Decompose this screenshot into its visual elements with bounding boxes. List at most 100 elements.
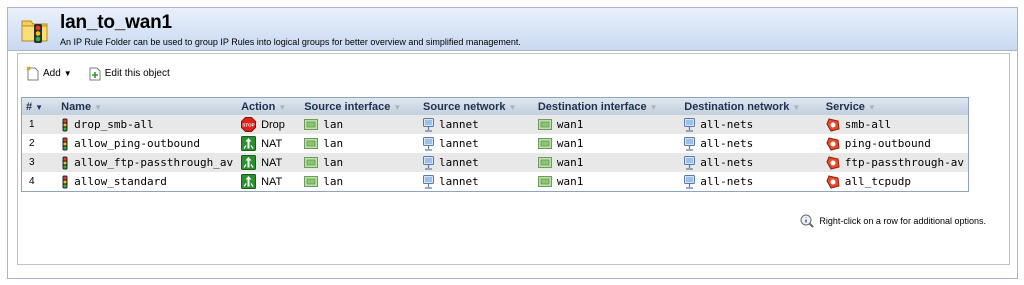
service-icon	[826, 155, 840, 170]
traffic-light-icon	[62, 137, 68, 150]
destination-interface: wan1	[556, 175, 584, 188]
source-interface: lan	[323, 118, 344, 131]
rule-name-cell: allow_standard	[57, 172, 237, 191]
service-icon	[826, 136, 840, 151]
network-icon	[423, 117, 435, 132]
column-header-number[interactable]: # ▼	[22, 98, 57, 115]
sort-icon: ▼	[508, 102, 517, 112]
source-network-cell: lannet	[419, 172, 534, 191]
add-button[interactable]: Add ▼	[26, 65, 72, 81]
destination-network: all-nets	[700, 156, 754, 169]
sort-icon: ▼	[649, 102, 658, 112]
column-header-action[interactable]: Action ▼	[237, 98, 300, 115]
table-header-row: # ▼ Name ▼ Action ▼ Source interface ▼ Sourc…	[22, 98, 968, 115]
nat-icon	[241, 136, 257, 151]
add-label: Add	[43, 67, 61, 79]
service-cell: ftp-passthrough-av	[822, 153, 968, 172]
network-icon	[684, 174, 696, 189]
column-header-destination-interface[interactable]: Destination interface ▼	[534, 98, 680, 115]
destination-interface-cell: wan1	[534, 134, 680, 153]
interface-icon	[537, 157, 552, 168]
nat-icon	[241, 174, 257, 189]
folder-traffic-light-icon	[21, 20, 48, 43]
edit-object-button[interactable]: Edit this object	[88, 66, 170, 81]
source-interface-cell: lan	[300, 153, 419, 172]
page-header: lan_to_wan1 An IP Rule Folder can be use…	[8, 8, 1017, 51]
rule-number: 2	[29, 138, 35, 149]
service: ping-outbound	[844, 137, 931, 150]
content-panel: Add ▼ Edit this object # ▼ Name ▼ Action ▼ …	[17, 53, 1010, 265]
action-label: NAT	[261, 137, 283, 150]
chevron-down-icon[interactable]: ▼	[64, 69, 72, 78]
source-interface: lan	[323, 156, 344, 169]
column-header-service[interactable]: Service ▼	[822, 98, 968, 115]
destination-network-cell: all-nets	[680, 172, 822, 191]
rule-name: drop_smb-all	[74, 118, 154, 131]
interface-icon	[537, 176, 552, 187]
table-row[interactable]: 2 allow_ping-outbound NAT lan lannet wan…	[22, 134, 968, 153]
service: ftp-passthrough-av	[844, 156, 964, 169]
service: all_tcpudp	[844, 175, 912, 188]
ip-rules-table: # ▼ Name ▼ Action ▼ Source interface ▼ Sourc…	[21, 97, 969, 192]
interface-icon	[537, 119, 552, 130]
traffic-light-icon	[62, 118, 68, 131]
traffic-light-icon	[62, 156, 68, 169]
service-icon	[826, 117, 840, 132]
destination-interface: wan1	[556, 137, 584, 150]
interface-icon	[304, 119, 319, 130]
table-row[interactable]: 4 allow_standard NAT lan lannet wan1 all…	[22, 172, 968, 191]
action-cell: STOP Drop	[237, 115, 300, 134]
destination-network-cell: all-nets	[680, 153, 822, 172]
source-interface: lan	[323, 175, 344, 188]
destination-interface: wan1	[556, 118, 584, 131]
interface-icon	[304, 138, 319, 149]
svg-text:STOP: STOP	[242, 123, 254, 128]
source-network-cell: lannet	[419, 115, 534, 134]
page-title: lan_to_wan1	[60, 12, 172, 33]
destination-interface: wan1	[556, 156, 584, 169]
network-icon	[423, 155, 435, 170]
context-menu-hint: Right-click on a row for additional opti…	[800, 214, 986, 228]
interface-icon	[537, 138, 552, 149]
rule-number: 1	[29, 119, 35, 130]
add-icon	[26, 65, 39, 80]
column-header-source-interface[interactable]: Source interface ▼	[300, 98, 419, 115]
destination-network: all-nets	[700, 175, 754, 188]
edit-object-icon	[89, 67, 101, 80]
rule-name: allow_standard	[74, 175, 167, 188]
sort-icon: ▼	[393, 102, 402, 112]
source-network: lannet	[439, 175, 479, 188]
traffic-light-icon	[62, 175, 68, 188]
destination-interface-cell: wan1	[534, 172, 680, 191]
interface-icon	[304, 157, 319, 168]
source-network: lannet	[439, 118, 479, 131]
rule-number: 3	[29, 157, 35, 168]
sort-icon: ▼	[278, 102, 287, 112]
destination-network: all-nets	[700, 118, 754, 131]
service-cell: ping-outbound	[822, 134, 968, 153]
toolbar: Add ▼ Edit this object	[26, 64, 186, 82]
rule-name-cell: allow_ping-outbound	[57, 134, 237, 153]
network-icon	[684, 117, 696, 132]
column-header-name[interactable]: Name ▼	[57, 98, 237, 115]
destination-interface-cell: wan1	[534, 153, 680, 172]
column-header-source-network[interactable]: Source network ▼	[419, 98, 534, 115]
action-cell: NAT	[237, 153, 300, 172]
table-row[interactable]: 3 allow_ftp-passthrough_av NAT lan lanne…	[22, 153, 968, 172]
table-row[interactable]: 1 drop_smb-all STOP Drop lan lannet wan1…	[22, 115, 968, 134]
column-header-destination-network[interactable]: Destination network ▼	[680, 98, 822, 115]
action-cell: NAT	[237, 172, 300, 191]
source-network: lannet	[439, 137, 479, 150]
hint-text: Right-click on a row for additional opti…	[819, 216, 986, 226]
destination-network-cell: all-nets	[680, 115, 822, 134]
source-network-cell: lannet	[419, 153, 534, 172]
rule-name: allow_ftp-passthrough_av	[74, 156, 234, 169]
source-interface-cell: lan	[300, 115, 419, 134]
source-network-cell: lannet	[419, 134, 534, 153]
interface-icon	[304, 176, 319, 187]
sort-icon: ▼	[867, 102, 876, 112]
rule-name-cell: allow_ftp-passthrough_av	[57, 153, 237, 172]
stop-icon: STOP	[241, 117, 257, 132]
service: smb-all	[844, 118, 892, 131]
edit-object-label: Edit this object	[104, 67, 170, 79]
